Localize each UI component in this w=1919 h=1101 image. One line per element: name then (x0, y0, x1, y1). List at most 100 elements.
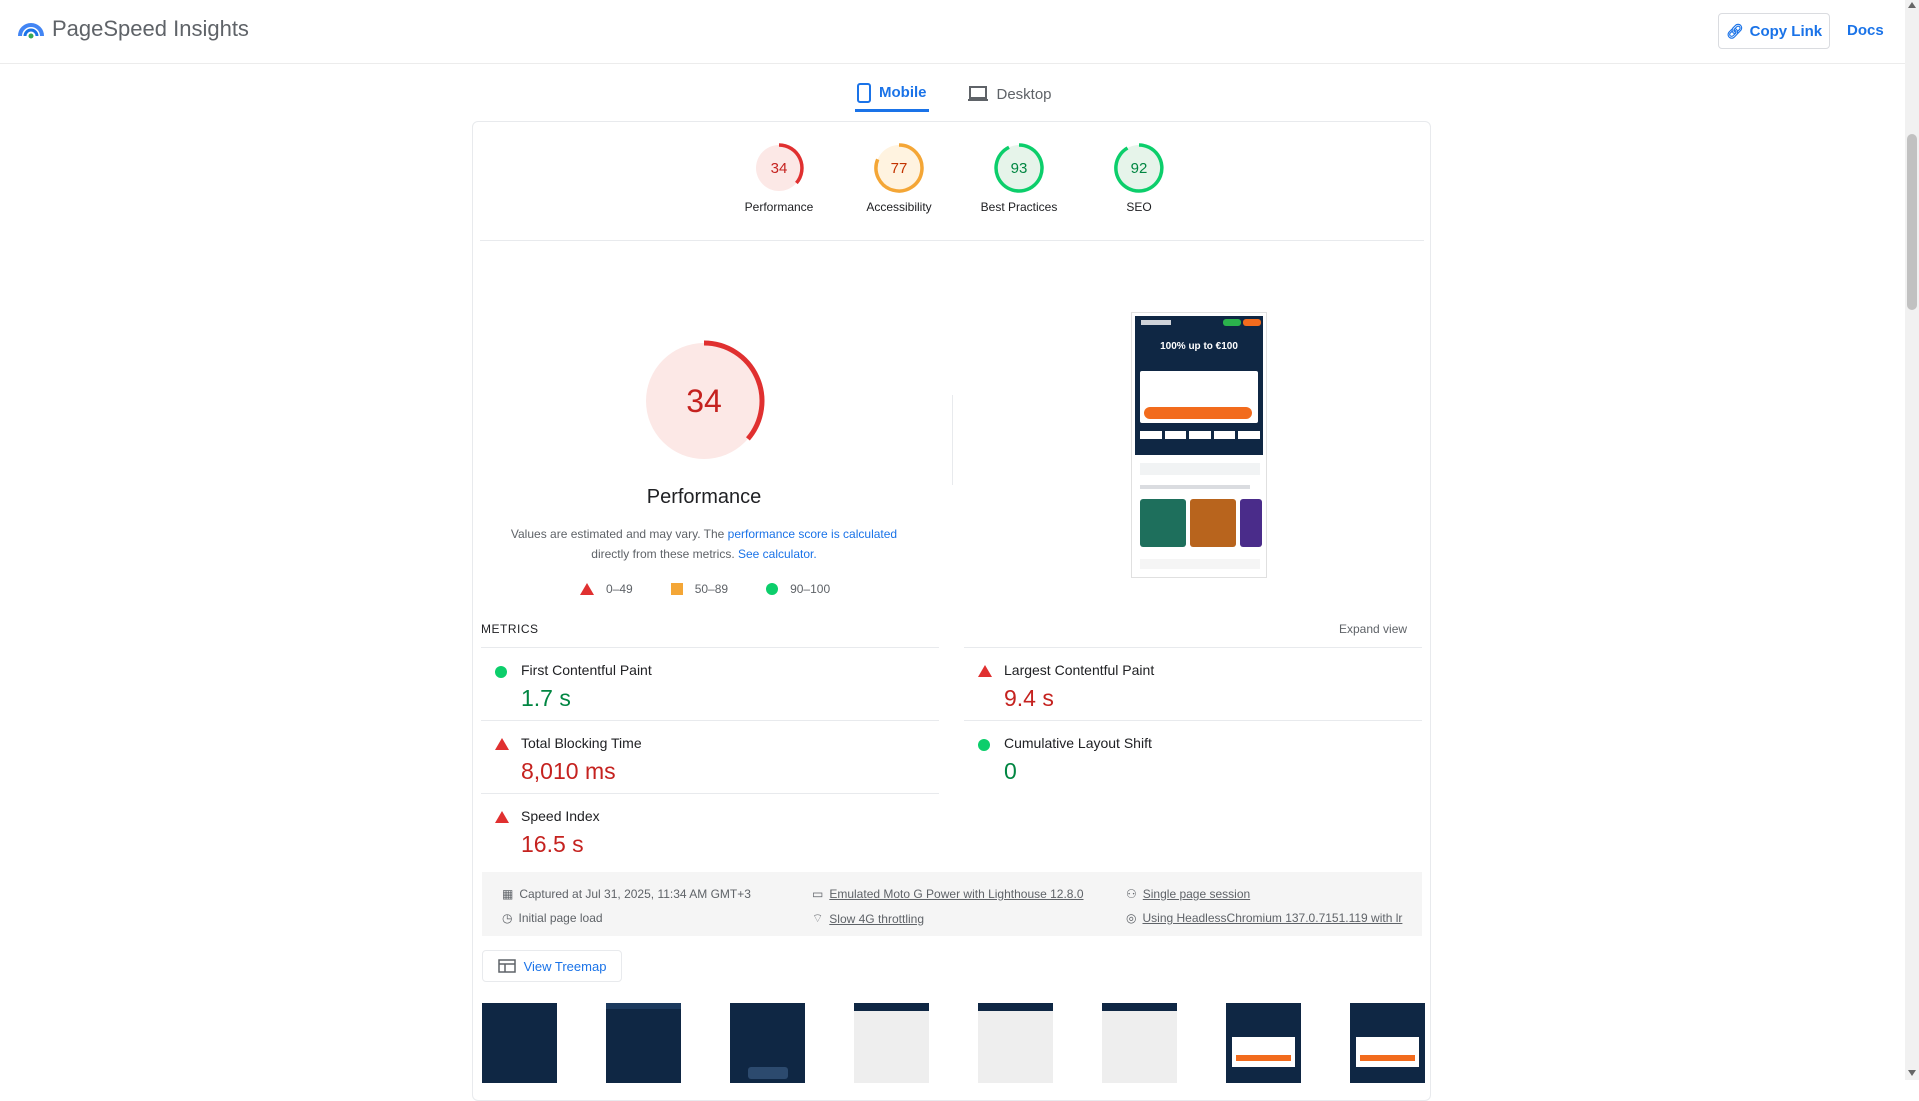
chrome-icon: ◎ (1126, 911, 1137, 925)
metric-value: 16.5 s (521, 831, 584, 857)
legend-good: 90–100 (766, 582, 830, 596)
circle-icon (766, 583, 779, 595)
score-performance[interactable]: 34 Performance (719, 142, 839, 214)
note-text: Values are estimated and may vary. The (510, 527, 728, 541)
metric-value: 9.4 s (1004, 685, 1054, 711)
metric-si: Speed Index 16.5 s (481, 793, 939, 866)
calculator-link[interactable]: See calculator. (738, 547, 817, 561)
scroll-down-icon[interactable] (1908, 1070, 1916, 1076)
score-label: Accessibility (866, 200, 932, 214)
run-info: ▦ Captured at Jul 31, 2025, 11:34 AM GMT… (482, 872, 1422, 936)
score-label: SEO (1126, 200, 1152, 214)
score-value: 92 (1131, 160, 1148, 177)
throttling-text[interactable]: Slow 4G throttling (829, 912, 924, 926)
browser-text[interactable]: Using HeadlessChromium 137.0.7151.119 wi… (1142, 911, 1402, 925)
device-tabs: Mobile Desktop (855, 76, 1054, 112)
score-gauge: 93 (994, 143, 1044, 193)
docs-link[interactable]: Docs (1847, 22, 1884, 39)
metric-fcp: First Contentful Paint 1.7 s (481, 647, 939, 720)
screenshot-nav (1140, 463, 1260, 475)
fail-triangle-icon (978, 665, 992, 677)
app-logo[interactable]: PageSpeed Insights (18, 16, 249, 42)
expand-view-toggle[interactable]: Expand view (1339, 622, 1407, 636)
filmstrip (482, 1003, 1425, 1083)
square-icon (670, 583, 683, 595)
scroll-thumb[interactable] (1907, 134, 1917, 310)
tab-desktop[interactable]: Desktop (965, 76, 1054, 112)
filmstrip-frame[interactable] (730, 1003, 805, 1083)
legend-label: 0–49 (606, 582, 633, 596)
screenshot-cta (1144, 407, 1252, 419)
page-scrollbar[interactable] (1905, 0, 1919, 1080)
legend-average: 50–89 (670, 582, 729, 596)
metric-label: Largest Contentful Paint (1004, 662, 1155, 678)
screenshot-section (1140, 485, 1250, 489)
copy-link-button[interactable]: 🔗︎ Copy Link (1718, 13, 1830, 49)
filmstrip-frame[interactable] (482, 1003, 557, 1083)
score-value: 93 (1011, 160, 1028, 177)
app-title: PageSpeed Insights (52, 16, 249, 41)
session-text[interactable]: Single page session (1143, 887, 1250, 901)
device-info[interactable]: ▭ Emulated Moto G Power with Lighthouse … (812, 887, 1084, 901)
pagespeed-logo-icon (18, 23, 44, 39)
metric-lcp: Largest Contentful Paint 9.4 s (964, 647, 1422, 720)
link-icon: 🔗︎ (1725, 22, 1744, 39)
scroll-up-icon[interactable] (1908, 2, 1916, 8)
tab-mobile-label: Mobile (879, 84, 927, 101)
screenshot-games (1140, 499, 1262, 547)
filmstrip-frame[interactable] (1102, 1003, 1177, 1083)
final-screenshot[interactable]: 100% up to €100 (1131, 312, 1267, 578)
divider (952, 395, 953, 485)
fail-triangle-icon (495, 811, 509, 823)
filmstrip-frame[interactable] (854, 1003, 929, 1083)
tab-mobile[interactable]: Mobile (855, 76, 929, 112)
metric-value: 1.7 s (521, 685, 571, 711)
metric-cls: Cumulative Layout Shift 0 (964, 720, 1422, 793)
score-value: 34 (771, 160, 788, 177)
score-gauge: 92 (1114, 143, 1164, 193)
laptop-icon (967, 86, 988, 101)
pass-circle-icon (495, 666, 507, 678)
session-info[interactable]: ⚇ Single page session (1126, 887, 1250, 901)
treemap-icon (497, 959, 516, 973)
throttling-info[interactable]: ⌔ Slow 4G throttling (812, 911, 924, 926)
screenshot-game-card (1240, 499, 1262, 547)
screenshot-bottom-nav (1140, 559, 1260, 569)
metric-value: 0 (1004, 758, 1017, 784)
legend-poor: 0–49 (580, 582, 633, 596)
wifi-icon: ⌔ (812, 911, 824, 925)
score-legend: 0–49 50–89 90–100 (580, 582, 868, 596)
score-gauge: 34 (756, 143, 804, 191)
filmstrip-frame[interactable] (1350, 1003, 1425, 1083)
metric-label: Total Blocking Time (521, 735, 642, 751)
calendar-icon: ▦ (502, 887, 514, 901)
initial-load-text: Initial page load (518, 911, 603, 925)
score-best-practices[interactable]: 93 Best Practices (959, 142, 1079, 214)
filmstrip-frame[interactable] (606, 1003, 681, 1083)
device-text[interactable]: Emulated Moto G Power with Lighthouse 12… (829, 887, 1083, 901)
metrics-heading: METRICS (481, 622, 539, 636)
performance-score: 34 (686, 383, 722, 419)
filmstrip-frame[interactable] (978, 1003, 1053, 1083)
score-accessibility[interactable]: 77 Accessibility (839, 142, 959, 214)
score-calculated-link[interactable]: performance score is calculated (728, 527, 897, 541)
view-treemap-button[interactable]: View Treemap (482, 950, 622, 982)
users-icon: ⚇ (1126, 887, 1137, 901)
screenshot-headline: 100% up to €100 (1160, 341, 1238, 352)
score-seo[interactable]: 92 SEO (1079, 142, 1199, 214)
top-bar: PageSpeed Insights 🔗︎ Copy Link Docs (0, 0, 1905, 64)
tab-desktop-label: Desktop (996, 85, 1052, 103)
score-value: 77 (891, 160, 908, 177)
browser-info[interactable]: ◎ Using HeadlessChromium 137.0.7151.119 … (1126, 911, 1402, 925)
screenshot-payments (1140, 431, 1260, 439)
screenshot-login (1223, 319, 1241, 326)
legend-label: 50–89 (694, 582, 729, 596)
timer-icon: ◷ (502, 911, 513, 925)
filmstrip-frame[interactable] (1226, 1003, 1301, 1083)
initial-load-info: ◷ Initial page load (502, 911, 603, 925)
screenshot-game-card (1190, 499, 1236, 547)
score-gauge: 77 (874, 143, 924, 193)
metric-label: Cumulative Layout Shift (1004, 735, 1152, 751)
triangle-icon (580, 583, 594, 595)
screenshot-logo (1141, 320, 1171, 325)
